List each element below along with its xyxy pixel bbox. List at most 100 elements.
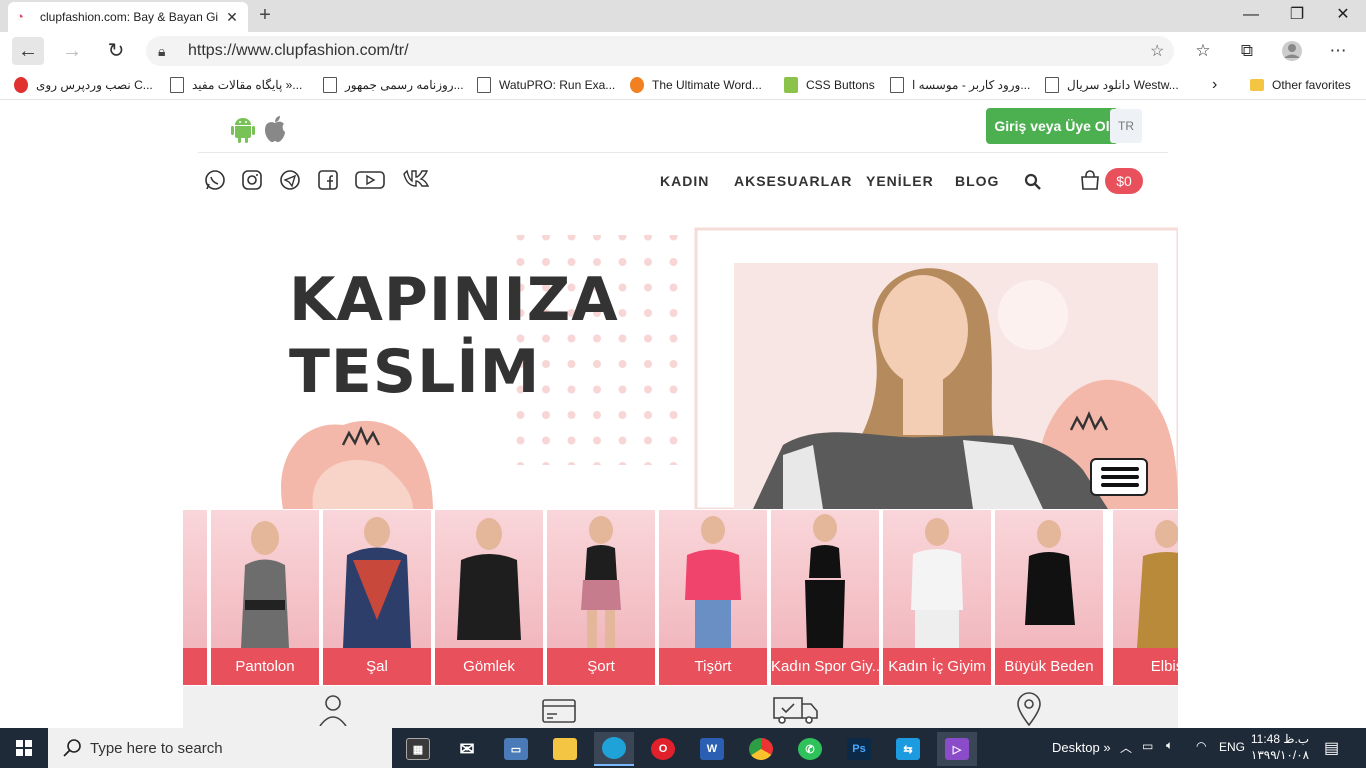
bookmark-item[interactable]: The Ultimate Word...: [630, 76, 762, 94]
top-strip: Giriş veya Üye Ol TR: [198, 101, 1168, 153]
category-card[interactable]: Tişört: [659, 510, 767, 685]
more-menu-icon[interactable]: ⋯: [1323, 37, 1353, 65]
favorites-list-icon[interactable]: ☆: [1188, 37, 1218, 65]
back-arrow-icon[interactable]: ←: [12, 37, 44, 65]
notifications-icon[interactable]: ▤: [1324, 738, 1339, 758]
browser-tab[interactable]: ◔ clupfashion.com: Bay & Bayan Gi ✕: [8, 2, 248, 32]
url-text: https://www.clupfashion.com/tr/: [188, 42, 409, 59]
address-bar[interactable]: 🔒︎ https://www.clupfashion.com/tr/ ☆: [146, 36, 1174, 66]
forward-arrow-icon[interactable]: →: [56, 37, 88, 65]
category-card[interactable]: Şort: [547, 510, 655, 685]
bookmark-item[interactable]: WatuPRO: Run Exa...: [477, 76, 615, 94]
other-favorites-folder[interactable]: Other favorites: [1250, 76, 1351, 94]
bookmark-item[interactable]: پایگاه مقالات مفید »...: [170, 76, 302, 94]
close-tab-icon[interactable]: ✕: [224, 9, 240, 26]
favorite-star-icon[interactable]: ☆: [1150, 41, 1174, 61]
battery-icon[interactable]: ▭: [1142, 739, 1153, 753]
location-pin-icon[interactable]: [1012, 692, 1046, 726]
user-account-icon[interactable]: [316, 692, 350, 726]
close-window-icon[interactable]: ✕: [1320, 4, 1366, 28]
chrome-browser-icon[interactable]: [741, 732, 781, 766]
shopping-bag-icon[interactable]: [1079, 169, 1101, 191]
nav-kadin[interactable]: KADIN: [660, 173, 709, 189]
browser-tab-bar: ◔ clupfashion.com: Bay & Bayan Gi ✕ + — …: [0, 0, 1366, 32]
category-photo: [211, 510, 319, 648]
wifi-icon[interactable]: ◠: [1196, 739, 1206, 753]
bookmark-item[interactable]: دانلود سریال Westw...: [1045, 76, 1179, 94]
category-card[interactable]: Büyük Beden: [995, 510, 1103, 685]
instagram-icon[interactable]: [240, 169, 264, 191]
features-strip: [183, 686, 1178, 728]
maximize-icon[interactable]: ❐: [1274, 4, 1320, 28]
search-icon[interactable]: [1024, 173, 1042, 191]
hero-title-line-2: TESLİM: [289, 337, 541, 407]
taskbar-search-box[interactable]: Type here to search: [48, 728, 392, 768]
bookmarks-overflow-chevron-icon[interactable]: ›: [1212, 76, 1217, 94]
lock-icon: 🔒︎: [158, 42, 166, 59]
windows-start-icon[interactable]: [0, 728, 48, 768]
edge-browser-icon[interactable]: [594, 732, 634, 766]
new-tab-icon[interactable]: +: [254, 4, 276, 27]
bookmark-item[interactable]: نصب وردپرس روی C...: [14, 76, 153, 94]
bookmark-icon: [784, 77, 798, 93]
visual-studio-icon[interactable]: ▷: [937, 732, 977, 766]
bookmark-item[interactable]: روزنامه رسمی جمهور...: [323, 76, 464, 94]
category-photo: [1113, 510, 1178, 648]
android-icon[interactable]: [230, 115, 256, 143]
network-app-icon[interactable]: ▭: [496, 732, 536, 766]
web-page: Giriş veya Üye Ol TR KADIN AKSESUARLAR Y…: [0, 101, 1366, 728]
hero-banner[interactable]: KAPINIZA TESLİM: [183, 205, 1178, 509]
telegram-icon[interactable]: [278, 169, 302, 191]
vk-icon[interactable]: [402, 169, 434, 191]
apple-icon[interactable]: [262, 115, 288, 143]
nav-yeniler[interactable]: YENİLER: [866, 173, 934, 189]
category-card[interactable]: [183, 510, 207, 685]
photoshop-app-icon[interactable]: Ps: [839, 732, 879, 766]
tray-chevron-up-icon[interactable]: ︿: [1120, 739, 1132, 756]
category-card[interactable]: Kadın Spor Giy...: [771, 510, 879, 685]
minimize-icon[interactable]: —: [1228, 4, 1274, 28]
word-app-icon[interactable]: W: [692, 732, 732, 766]
category-card[interactable]: Şal: [323, 510, 431, 685]
delivery-truck-icon[interactable]: [773, 692, 819, 726]
store-app-icon[interactable]: ▦: [398, 732, 438, 766]
bookmark-item[interactable]: ورود کاربر - موسسه ا...: [890, 76, 1030, 94]
nav-blog[interactable]: BLOG: [955, 173, 999, 189]
opera-browser-icon[interactable]: O: [643, 732, 683, 766]
folder-icon: [1250, 79, 1264, 91]
whatsapp-app-icon[interactable]: ✆: [790, 732, 830, 766]
whatsapp-icon[interactable]: [203, 169, 227, 191]
category-photo: [771, 510, 879, 648]
category-carousel: Pantolon Şal Gömlek Şort Tişört Kadın Sp…: [183, 509, 1178, 686]
nav-aksesuarlar[interactable]: AKSESUARLAR: [734, 173, 852, 189]
language-indicator[interactable]: ENG: [1219, 740, 1245, 754]
hero-title-line-1: KAPINIZA: [289, 265, 619, 335]
login-register-button[interactable]: Giriş veya Üye Ol: [986, 108, 1118, 144]
file-explorer-icon[interactable]: [545, 732, 585, 766]
desktop-toolbar-label[interactable]: Desktop »: [1052, 740, 1111, 755]
category-card[interactable]: Pantolon: [211, 510, 319, 685]
category-card[interactable]: Gömlek: [435, 510, 543, 685]
youtube-icon[interactable]: [354, 169, 386, 191]
bookmark-item[interactable]: CSS Buttons: [784, 76, 875, 94]
profile-avatar-icon[interactable]: [1277, 37, 1307, 65]
category-photo: [323, 510, 431, 648]
sync-app-icon[interactable]: ⇆: [888, 732, 928, 766]
credit-card-icon[interactable]: [542, 692, 576, 726]
category-photo: [883, 510, 991, 648]
volume-icon[interactable]: 🔈︎: [1166, 738, 1173, 753]
cart-total-badge[interactable]: $0: [1105, 168, 1143, 194]
hamburger-menu-button[interactable]: [1090, 458, 1148, 496]
category-card[interactable]: Kadın İç Giyim: [883, 510, 991, 685]
page-icon: [323, 77, 337, 93]
category-card[interactable]: Elbis: [1113, 510, 1178, 685]
site-favicon-icon: ◔: [16, 9, 24, 24]
refresh-icon[interactable]: ↻: [100, 37, 132, 65]
mail-app-icon[interactable]: ✉: [447, 732, 487, 766]
category-photo: [435, 510, 543, 648]
windows-taskbar: Type here to search ▦ ✉ ▭ O W ✆ Ps ⇆ ▷ D…: [0, 728, 1366, 768]
facebook-icon[interactable]: [316, 169, 340, 191]
taskbar-clock[interactable]: 11:48 ب.ظ ۱۳۹۹/۱۰/۰۸: [1250, 731, 1310, 763]
language-selector[interactable]: TR: [1110, 109, 1142, 143]
collections-icon[interactable]: ⧉: [1232, 37, 1262, 65]
